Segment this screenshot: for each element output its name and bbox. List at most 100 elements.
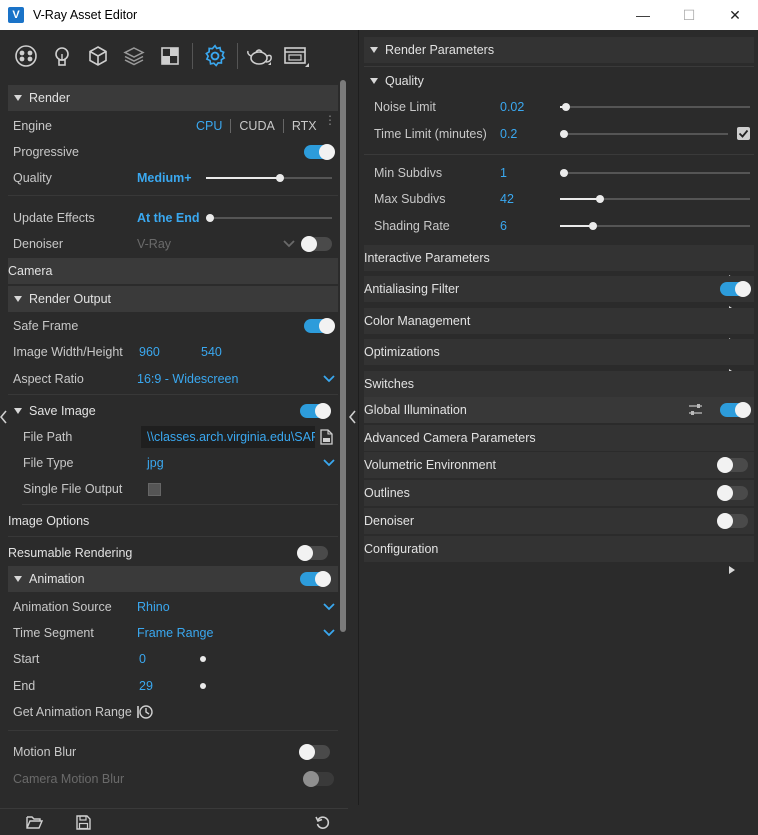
chevron-down-icon[interactable] [323, 374, 335, 384]
minimize-button[interactable]: — [620, 0, 666, 30]
safe-frame-toggle[interactable] [304, 318, 335, 334]
shading-rate-slider[interactable] [560, 222, 750, 230]
lights-icon[interactable] [44, 40, 80, 72]
textures-icon[interactable] [152, 40, 188, 72]
global-illumination-toggle[interactable] [720, 402, 751, 418]
noise-limit-label: Noise Limit [374, 100, 436, 114]
render-parameters-header[interactable]: Render Parameters [364, 37, 754, 63]
time-limit-input[interactable]: 0.2 [500, 127, 517, 141]
file-type-value[interactable]: jpg [147, 456, 164, 470]
frame-buffer-icon[interactable] [278, 40, 314, 72]
end-slider[interactable] [200, 683, 206, 689]
interactive-parameters-header[interactable]: Interactive Parameters [364, 245, 754, 283]
save-image-toggle[interactable] [300, 403, 331, 419]
save-image-row[interactable]: Save Image [8, 398, 338, 424]
settings-icon[interactable] [197, 40, 233, 72]
volumetric-environment-header[interactable]: Volumetric Environment [364, 452, 754, 490]
noise-limit-slider[interactable] [560, 103, 750, 111]
antialiasing-filter-header[interactable]: Antialiasing Filter [364, 276, 754, 314]
time-limit-row: Time Limit (minutes) 0.2 [364, 121, 754, 147]
scrollbar[interactable] [340, 80, 346, 632]
antialiasing-filter-toggle[interactable] [720, 281, 751, 297]
geometry-icon[interactable] [80, 40, 116, 72]
chevron-down-icon[interactable] [283, 239, 295, 249]
sliders-settings-icon[interactable] [688, 403, 703, 416]
advanced-camera-header[interactable]: Advanced Camera Parameters [364, 425, 754, 463]
switches-header[interactable]: Switches [364, 371, 754, 409]
max-subdivs-input[interactable]: 42 [500, 192, 514, 206]
aspect-ratio-value[interactable]: 16:9 - Widescreen [137, 372, 238, 386]
close-button[interactable]: ✕ [712, 0, 758, 30]
end-input[interactable]: 29 [139, 679, 153, 693]
configuration-header[interactable]: Configuration [364, 536, 754, 574]
file-path-input[interactable]: \\classes.arch.virginia.edu\SARC [141, 426, 315, 448]
volumetric-environment-toggle[interactable] [717, 457, 748, 473]
animation-section-header[interactable]: Animation [8, 566, 338, 592]
quality-section-header[interactable]: Quality [364, 68, 754, 94]
image-width-input[interactable]: 960 [139, 345, 160, 359]
quality-label: Quality [13, 171, 52, 185]
min-subdivs-slider[interactable] [560, 169, 750, 177]
time-segment-value[interactable]: Frame Range [137, 626, 213, 640]
noise-limit-input[interactable]: 0.02 [500, 100, 524, 114]
chevron-down-icon[interactable] [323, 602, 335, 612]
quality-slider[interactable] [206, 174, 332, 182]
denoiser-section-toggle[interactable] [717, 513, 748, 529]
denoiser-toggle[interactable] [301, 236, 332, 252]
expand-sidebar-icon[interactable] [0, 410, 8, 424]
more-options-icon[interactable]: ⋮ [324, 114, 336, 126]
time-limit-slider[interactable] [560, 130, 728, 138]
render-section-header[interactable]: Render [8, 85, 338, 111]
global-illumination-header[interactable]: Global Illumination [364, 397, 754, 435]
layers-icon[interactable] [116, 40, 152, 72]
motion-blur-row: Motion Blur [8, 739, 338, 765]
engine-rtx-option[interactable]: RTX [284, 119, 325, 133]
color-management-header[interactable]: Color Management [364, 308, 754, 346]
image-height-input[interactable]: 540 [201, 345, 222, 359]
start-slider[interactable] [200, 656, 206, 662]
single-file-checkbox[interactable] [148, 483, 161, 496]
browse-file-icon[interactable] [318, 429, 334, 445]
camera-section-header[interactable]: Camera [8, 258, 338, 284]
panel-divider[interactable] [348, 30, 358, 805]
time-limit-label: Time Limit (minutes) [374, 127, 487, 141]
engine-selector[interactable]: CPU CUDA RTX [188, 119, 325, 133]
render-output-section-header[interactable]: Render Output [8, 286, 338, 312]
outlines-toggle[interactable] [717, 485, 748, 501]
shading-rate-input[interactable]: 6 [500, 219, 507, 233]
render-teapot-icon[interactable] [242, 40, 278, 72]
max-subdivs-slider[interactable] [560, 195, 750, 203]
camera-motion-blur-toggle[interactable] [303, 771, 334, 787]
resumable-toggle[interactable] [297, 545, 328, 561]
open-folder-icon[interactable] [26, 815, 43, 829]
denoiser-value[interactable]: V-Ray [137, 237, 171, 251]
single-file-row: Single File Output [8, 476, 338, 502]
save-icon[interactable] [76, 815, 91, 830]
maximize-button[interactable]: ☐ [666, 0, 712, 30]
engine-cpu-option[interactable]: CPU [188, 119, 230, 133]
time-segment-row: Time Segment Frame Range [8, 620, 338, 646]
image-options-row[interactable]: Image Options [8, 508, 338, 534]
start-input[interactable]: 0 [139, 652, 146, 666]
min-subdivs-input[interactable]: 1 [500, 166, 507, 180]
chevron-down-icon[interactable] [323, 458, 335, 468]
time-limit-checkbox[interactable] [737, 127, 750, 140]
render-settings-list[interactable]: Render Engine CPU CUDA RTX ⋮ Progressive… [8, 80, 338, 810]
get-range-icon[interactable] [137, 704, 154, 720]
collapse-left-icon[interactable] [349, 410, 357, 424]
animation-toggle[interactable] [300, 571, 331, 587]
resumable-row[interactable]: Resumable Rendering [8, 540, 338, 566]
update-effects-value[interactable]: At the End [137, 211, 200, 225]
engine-cuda-option[interactable]: CUDA [231, 119, 282, 133]
animation-source-value[interactable]: Rhino [137, 600, 170, 614]
outlines-header[interactable]: Outlines [364, 480, 754, 518]
optimizations-header[interactable]: Optimizations [364, 339, 754, 377]
motion-blur-toggle[interactable] [299, 744, 330, 760]
quality-value[interactable]: Medium+ [137, 171, 192, 185]
reset-icon[interactable] [315, 815, 330, 830]
chevron-down-icon[interactable] [323, 628, 335, 638]
update-effects-slider[interactable] [206, 214, 332, 222]
denoiser-header[interactable]: Denoiser [364, 508, 754, 546]
progressive-toggle[interactable] [304, 144, 335, 160]
materials-icon[interactable] [8, 40, 44, 72]
